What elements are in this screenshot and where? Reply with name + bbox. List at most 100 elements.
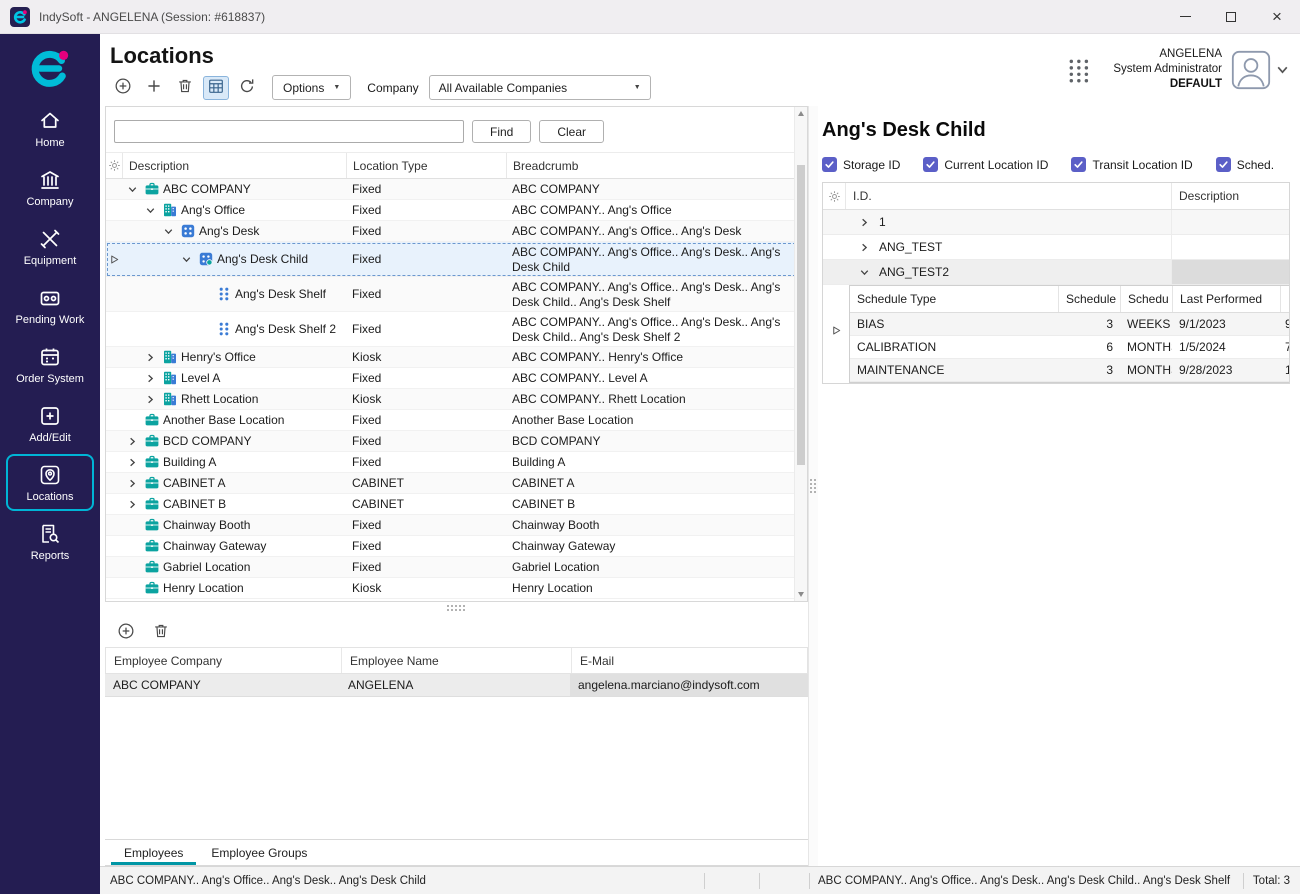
- minimize-button[interactable]: [1162, 0, 1208, 33]
- sidebar-item-reports[interactable]: Reports: [6, 513, 94, 570]
- tree-scrollbar[interactable]: [794, 107, 807, 601]
- expand-chevron-icon[interactable]: [858, 241, 873, 254]
- horizontal-splitter[interactable]: [105, 602, 808, 615]
- refresh-button[interactable]: [234, 76, 260, 100]
- tree-row[interactable]: Building AFixedBuilding A: [106, 452, 807, 473]
- column-header-breadcrumb[interactable]: Breadcrumb: [506, 153, 793, 178]
- tab-employee-groups[interactable]: Employee Groups: [198, 840, 320, 865]
- schedule-row[interactable]: BIAS3WEEKS9/1/20239: [850, 313, 1289, 336]
- id-row[interactable]: ANG_TEST: [823, 235, 1289, 260]
- id-row[interactable]: 1: [823, 210, 1289, 235]
- schedule-column-header-next[interactable]: [1280, 286, 1289, 312]
- expand-chevron-icon[interactable]: [126, 477, 141, 490]
- close-button[interactable]: ×: [1254, 0, 1300, 33]
- shelf-icon: [216, 321, 232, 337]
- checkbox-storage-id[interactable]: [822, 157, 837, 172]
- remove-employee-button[interactable]: [148, 620, 174, 644]
- collapse-chevron-icon[interactable]: [180, 253, 195, 266]
- sidebar-item-home[interactable]: Home: [6, 100, 94, 157]
- schedule-column-header-last-performed[interactable]: Last Performed: [1172, 286, 1280, 312]
- schedule-column-header-schedu[interactable]: Schedu: [1120, 286, 1172, 312]
- id-row[interactable]: ANG_TEST2: [823, 260, 1289, 285]
- user-menu-chevron-icon[interactable]: [1275, 62, 1290, 77]
- gear-icon[interactable]: [106, 153, 122, 178]
- sidebar-item-locations[interactable]: Locations: [6, 454, 94, 511]
- tree-row[interactable]: ABC COMPANYFixedABC COMPANY: [106, 179, 807, 200]
- tree-row[interactable]: Ang's Desk ShelfFixedABC COMPANY.. Ang's…: [106, 277, 807, 312]
- delete-button[interactable]: [172, 76, 198, 100]
- breadcrumb-cell: ABC COMPANY.. Ang's Office: [506, 200, 793, 220]
- expand-chevron-icon[interactable]: [144, 351, 159, 364]
- column-header-id[interactable]: I.D.: [845, 183, 1171, 209]
- checkbox-current-location-id[interactable]: [923, 157, 938, 172]
- tree-row[interactable]: Ang's Desk ChildFixedABC COMPANY.. Ang's…: [106, 242, 807, 277]
- apps-grid-icon[interactable]: [1067, 56, 1091, 84]
- company-select[interactable]: All Available Companies ▼: [429, 75, 651, 100]
- scroll-up-icon[interactable]: [795, 107, 807, 120]
- schedule-column-header-schedule-type[interactable]: Schedule Type: [850, 286, 1058, 312]
- vertical-splitter[interactable]: [808, 106, 818, 866]
- breadcrumb-cell: ABC COMPANY.. Ang's Office.. Ang's Desk.…: [506, 277, 793, 311]
- tree-row[interactable]: Ang's OfficeFixedABC COMPANY.. Ang's Off…: [106, 200, 807, 221]
- tree-row[interactable]: Ang's Desk Shelf 2FixedABC COMPANY.. Ang…: [106, 312, 807, 347]
- sidebar-item-company[interactable]: Company: [6, 159, 94, 216]
- tree-row[interactable]: Chainway GatewayFixedChainway Gateway: [106, 536, 807, 557]
- column-header-email[interactable]: E-Mail: [571, 648, 807, 673]
- tree-row[interactable]: Henry LocationKioskHenry Location: [106, 578, 807, 599]
- tree-row[interactable]: Level AFixedABC COMPANY.. Level A: [106, 368, 807, 389]
- tab-employees[interactable]: Employees: [111, 840, 196, 865]
- column-header-employee-company[interactable]: Employee Company: [106, 648, 341, 673]
- schedule-column-header-schedule[interactable]: Schedule: [1058, 286, 1120, 312]
- add-location-button[interactable]: [110, 76, 136, 100]
- find-button[interactable]: Find: [472, 120, 531, 143]
- employee-row[interactable]: ABC COMPANYANGELENAangelena.marciano@ind…: [105, 674, 808, 697]
- maximize-button[interactable]: [1208, 0, 1254, 33]
- column-header-description[interactable]: Description: [1171, 183, 1289, 209]
- tree-row[interactable]: Henry's OfficeKioskABC COMPANY.. Henry's…: [106, 347, 807, 368]
- checkbox-sched[interactable]: [1216, 157, 1231, 172]
- search-input[interactable]: [114, 120, 464, 143]
- add-button[interactable]: [141, 76, 167, 100]
- sidebar-item-equipment[interactable]: Equipment: [6, 218, 94, 275]
- scrollbar-thumb[interactable]: [797, 165, 805, 465]
- checkbox-transit-location-id[interactable]: [1071, 157, 1086, 172]
- expand-chevron-icon[interactable]: [144, 372, 159, 385]
- tree-row[interactable]: Ang's DeskFixedABC COMPANY.. Ang's Offic…: [106, 221, 807, 242]
- expand-chevron-icon[interactable]: [858, 216, 873, 229]
- schedule-row[interactable]: CALIBRATION6MONTHS1/5/20247: [850, 336, 1289, 359]
- collapse-chevron-icon[interactable]: [162, 225, 177, 238]
- column-header-location-type[interactable]: Location Type: [346, 153, 506, 178]
- collapse-chevron-icon[interactable]: [126, 183, 141, 196]
- collapse-chevron-icon[interactable]: [144, 204, 159, 217]
- options-dropdown-button[interactable]: Options ▼: [272, 75, 351, 100]
- tree-row[interactable]: Another Base LocationFixedAnother Base L…: [106, 410, 807, 431]
- flag-storage-id: Storage ID: [822, 157, 900, 172]
- tree-row[interactable]: Rhett LocationKioskABC COMPANY.. Rhett L…: [106, 389, 807, 410]
- expand-chevron-icon[interactable]: [126, 498, 141, 511]
- tree-row[interactable]: BCD COMPANYFixedBCD COMPANY: [106, 431, 807, 452]
- expand-chevron-icon[interactable]: [126, 456, 141, 469]
- avatar[interactable]: [1231, 50, 1271, 90]
- tree-row[interactable]: CABINET BCABINETCABINET B: [106, 494, 807, 515]
- location-name: Henry's Office: [181, 350, 256, 364]
- expand-chevron-icon[interactable]: [144, 393, 159, 406]
- collapse-chevron-icon[interactable]: [858, 266, 873, 279]
- tree-row[interactable]: CABINET ACABINETCABINET A: [106, 473, 807, 494]
- column-header-description[interactable]: Description: [122, 153, 346, 178]
- sidebar-item-order-system[interactable]: Order System: [6, 336, 94, 393]
- tree-row[interactable]: Chainway BoothFixedChainway Booth: [106, 515, 807, 536]
- schedule-row[interactable]: MAINTENANCE3MONTHS9/28/20231: [850, 359, 1289, 382]
- clear-button[interactable]: Clear: [539, 120, 604, 143]
- location-type-cell: Kiosk: [346, 389, 506, 409]
- add-employee-button[interactable]: [113, 620, 139, 644]
- expand-chevron-icon[interactable]: [126, 435, 141, 448]
- tree-row[interactable]: Gabriel LocationFixedGabriel Location: [106, 557, 807, 578]
- scroll-down-icon[interactable]: [795, 588, 807, 601]
- sidebar-item-pending-work[interactable]: Pending Work: [6, 277, 94, 334]
- sidebar-item-add-edit[interactable]: Add/Edit: [6, 395, 94, 452]
- column-header-employee-name[interactable]: Employee Name: [341, 648, 571, 673]
- locations-tree-panel: Find Clear Description Location Type Bre…: [105, 106, 808, 602]
- schedule-view-toggle[interactable]: [203, 76, 229, 100]
- location-type-cell: Fixed: [346, 200, 506, 220]
- gear-icon[interactable]: [823, 183, 845, 209]
